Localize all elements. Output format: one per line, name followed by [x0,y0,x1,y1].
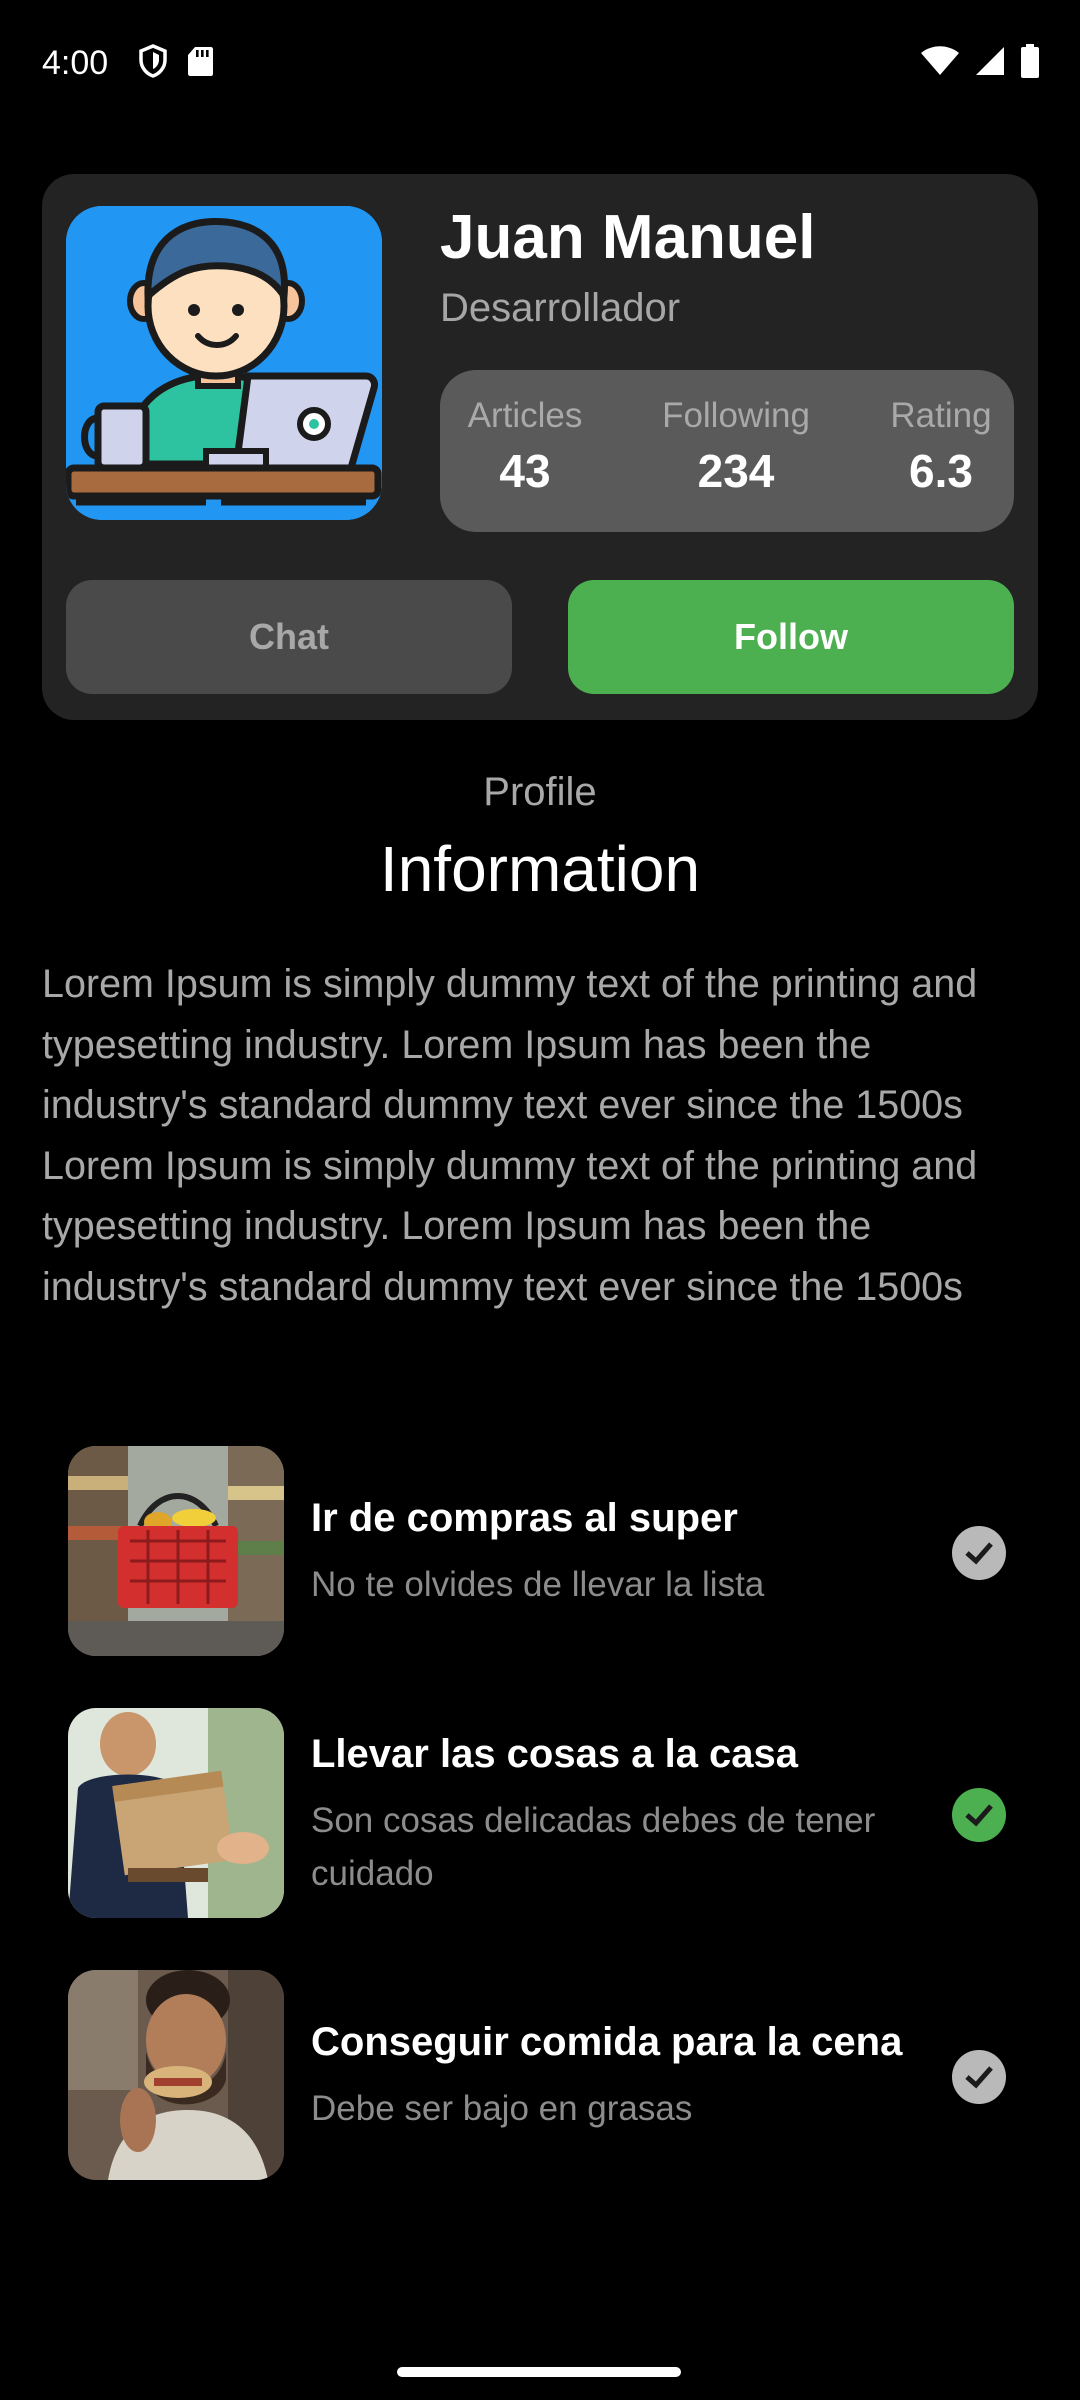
stat-following: Following 234 [636,396,836,498]
status-time: 4:00 [42,44,109,82]
profile-name: Juan Manuel [440,203,816,272]
task-title: Conseguir comida para la cena [311,2020,903,2064]
check-circle-icon[interactable] [952,1788,1006,1842]
avatar[interactable] [66,206,382,520]
home-indicator[interactable] [397,2367,681,2377]
status-left-icons [138,44,214,78]
sd-card-icon [188,47,213,76]
stat-rating: Rating 6.3 [870,396,1012,498]
package-delivery-image [68,1708,284,1918]
profile-card: Juan Manuel Desarrollador Articles 43 Fo… [42,174,1038,720]
task-thumbnail-package-delivery [68,1708,284,1918]
follow-button[interactable]: Follow [568,580,1014,694]
task-thumbnail-shopping-basket [68,1446,284,1656]
stat-label: Rating [890,396,992,435]
task-subtitle: No te olvides de llevar la lista [311,1565,765,1604]
wifi-icon [921,46,959,75]
section-overline: Profile [483,770,597,814]
stat-value: 234 [697,445,775,497]
stat-value: 43 [499,445,551,497]
stat-label: Articles [467,396,583,435]
stat-label: Following [662,396,810,435]
task-subtitle: Debe ser bajo en grasas [311,2089,693,2128]
check-circle-icon[interactable] [952,1526,1006,1580]
check-circle-icon[interactable] [952,2050,1006,2104]
battery-icon [1021,44,1039,78]
task-title: Ir de compras al super [311,1496,738,1540]
stat-value: 6.3 [909,445,973,497]
stat-articles: Articles 43 [440,396,610,498]
shopping-basket-image [68,1446,284,1656]
task-item[interactable]: Ir de compras al super No te olvides de … [68,1446,1038,1656]
task-title: Llevar las cosas a la casa [311,1732,799,1776]
task-item[interactable]: Conseguir comida para la cena Debe ser b… [68,1970,1038,2180]
signal-icon [976,47,1004,75]
status-right-icons [920,44,1040,78]
task-thumbnail-eating-dinner [68,1970,284,2180]
man-eating-image [68,1970,284,2180]
shield-icon [139,44,167,78]
developer-avatar-illustration [66,206,382,520]
profile-role: Desarrollador [440,286,681,330]
status-bar: 4:00 [0,0,1080,130]
section-title: Information [379,833,701,905]
stats-panel: Articles 43 Following 234 Rating 6.3 [440,370,1014,532]
chat-button[interactable]: Chat [66,580,512,694]
profile-description: Lorem Ipsum is simply dummy text of the … [42,962,978,1309]
task-item[interactable]: Llevar las cosas a la casa Son cosas del… [68,1708,1038,1918]
task-subtitle: Son cosas delicadas debes de tener cuida… [311,1801,876,1893]
